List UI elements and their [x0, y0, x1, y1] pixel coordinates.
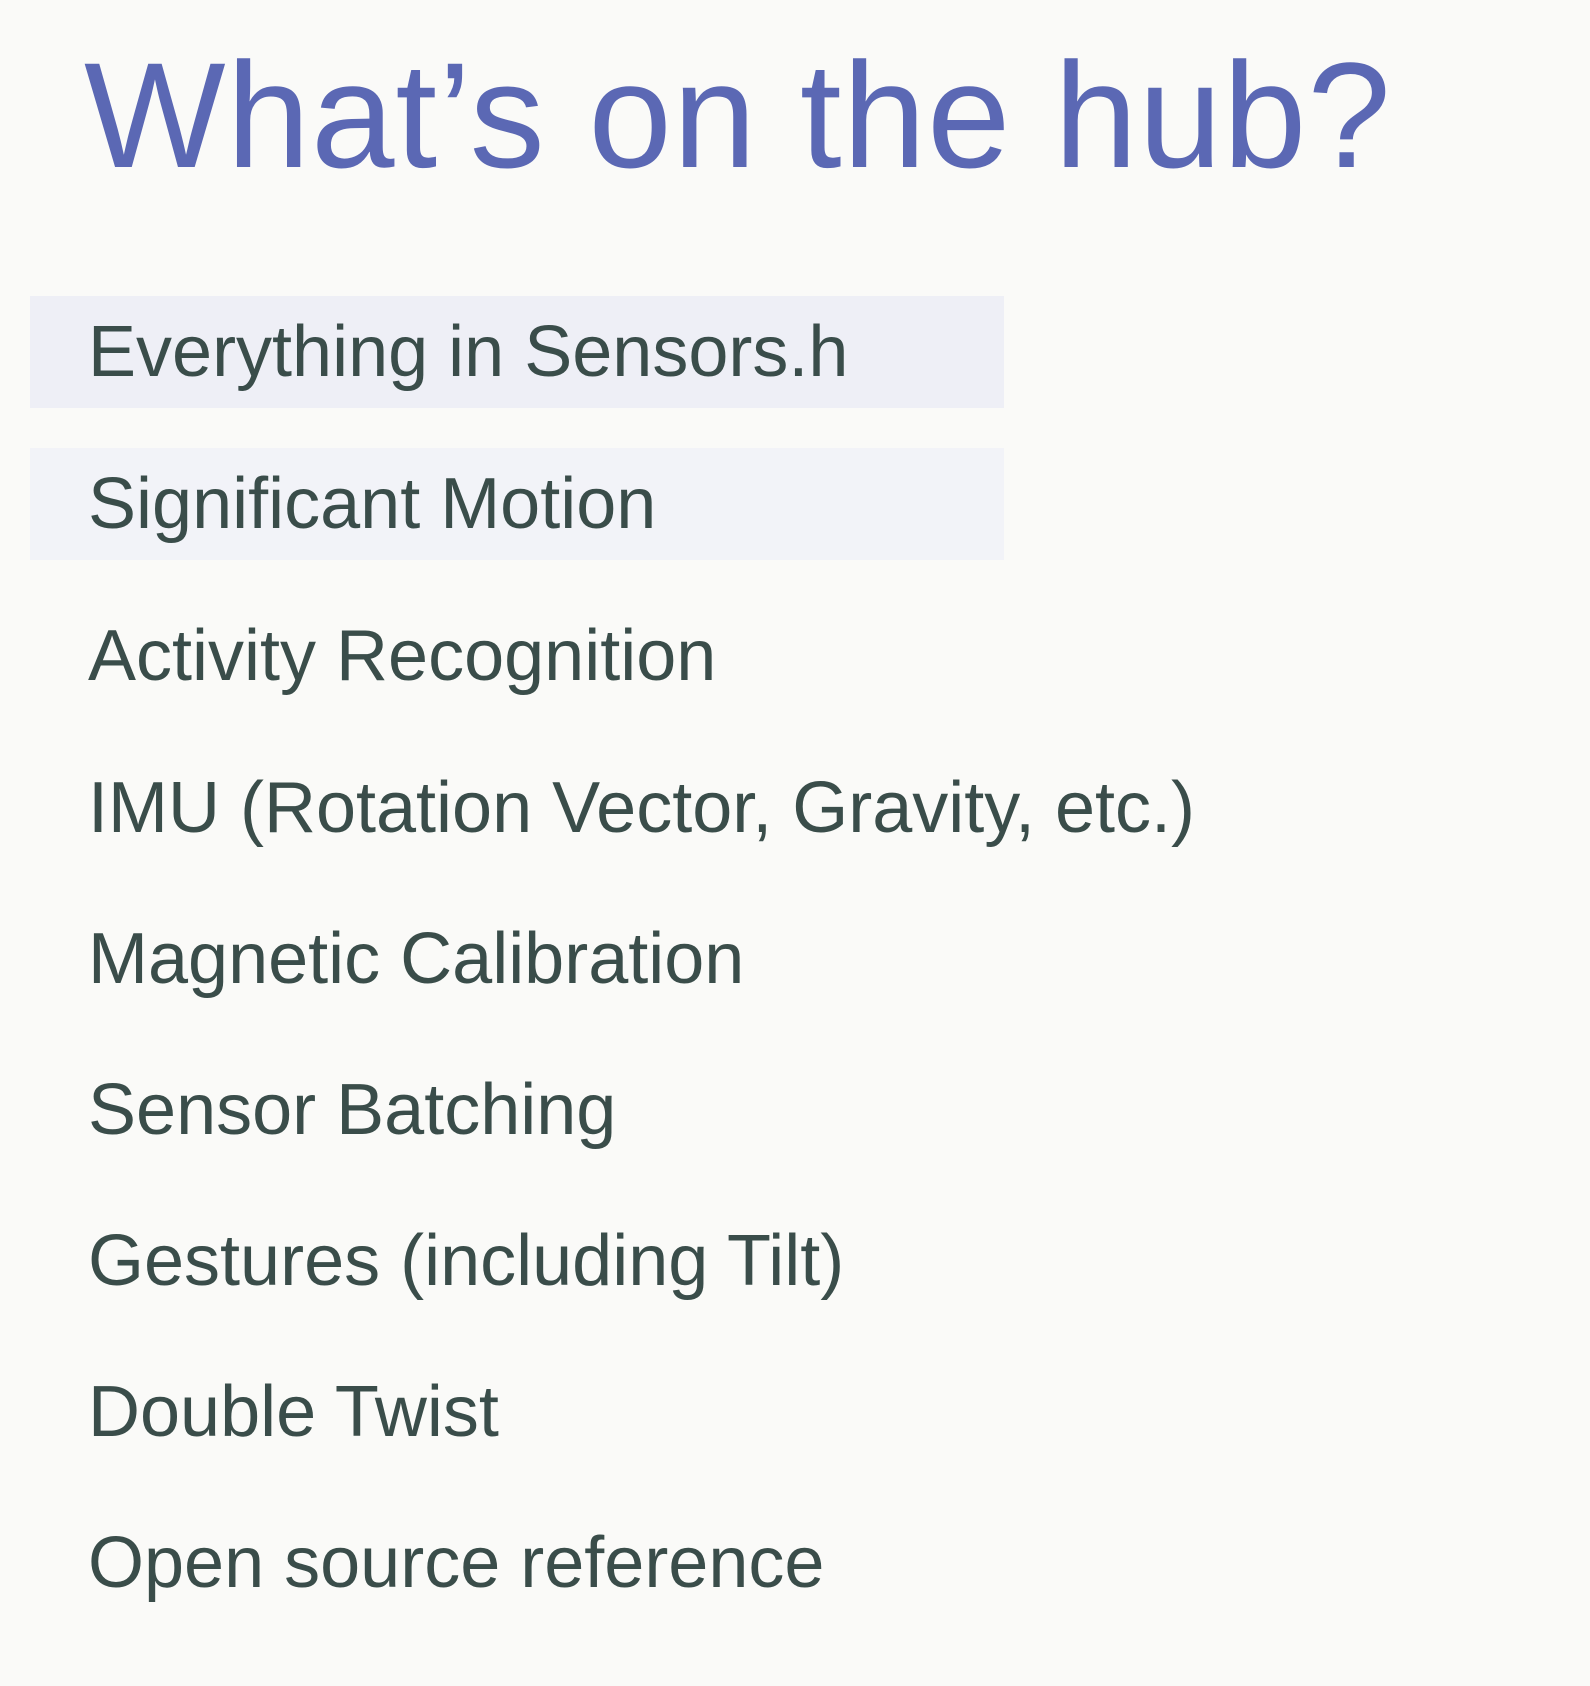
list-item-magnetic-calibration: Magnetic Calibration	[88, 919, 745, 999]
list-item-imu: IMU (Rotation Vector, Gravity, etc.)	[88, 768, 1195, 848]
list-item-open-source-reference: Open source reference	[88, 1523, 825, 1603]
list-item-double-twist: Double Twist	[88, 1372, 499, 1452]
list-item-gestures: Gestures (including Tilt)	[88, 1221, 845, 1301]
slide: What’s on the hub? Everything in Sensors…	[0, 0, 1590, 1686]
list-item-activity-recognition: Activity Recognition	[88, 616, 717, 696]
slide-title: What’s on the hub?	[84, 31, 1392, 199]
list-item-significant-motion: Significant Motion	[30, 448, 1004, 560]
list-item-everything-in-sensors-h: Everything in Sensors.h	[30, 296, 1004, 408]
list-item-sensor-batching: Sensor Batching	[88, 1070, 617, 1150]
